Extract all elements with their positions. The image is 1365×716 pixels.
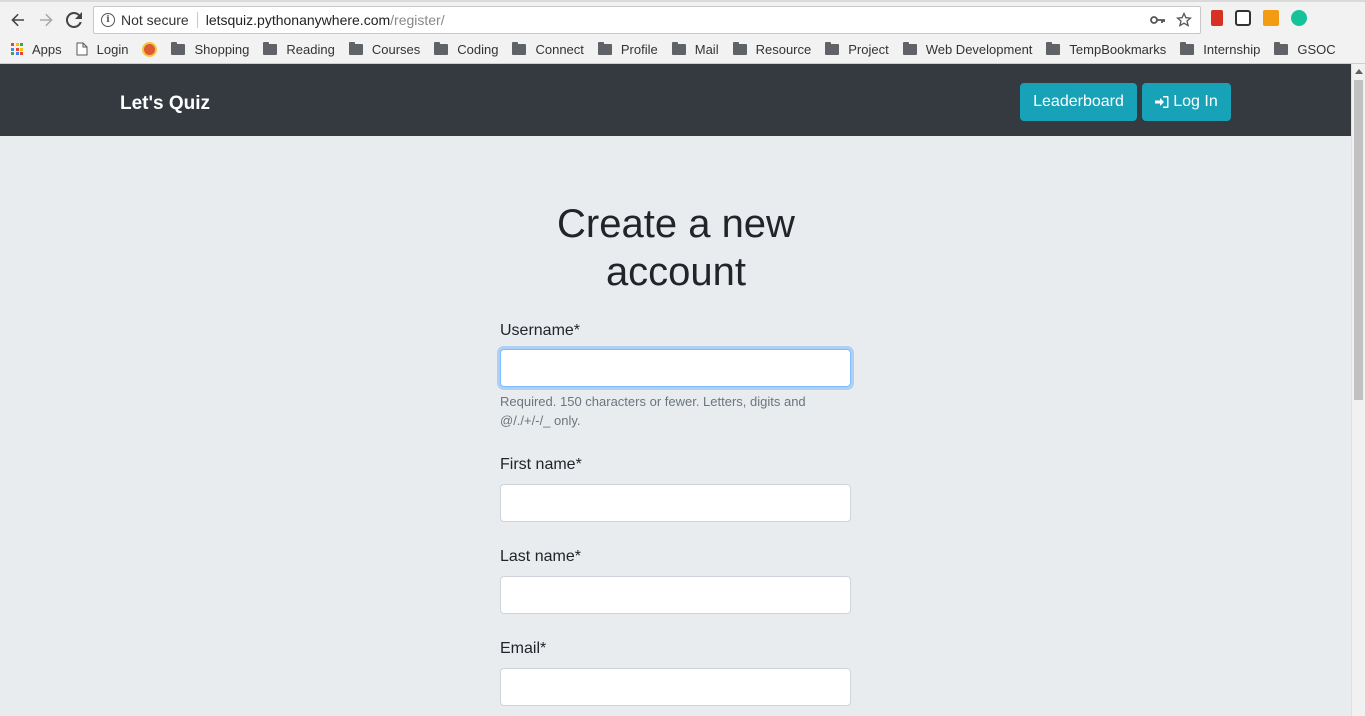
bookmark-label: Internship xyxy=(1203,41,1261,57)
bookmark-label: Login xyxy=(96,41,129,57)
bookmark-label: Profile xyxy=(620,41,658,57)
bookmark-label: GSOC xyxy=(1297,41,1336,57)
sign-in-icon xyxy=(1155,96,1169,108)
folder-icon xyxy=(263,41,278,55)
bookmark-login[interactable]: Login xyxy=(76,41,129,57)
page-title: Create a new account xyxy=(557,202,795,294)
extensions-bar xyxy=(1211,10,1307,26)
bookmark-label: Reading xyxy=(286,41,335,57)
folder-icon xyxy=(512,41,527,55)
first-name-label: First name* xyxy=(500,456,582,473)
key-icon[interactable] xyxy=(1150,13,1166,27)
reload-button[interactable] xyxy=(62,8,86,32)
site-brand[interactable]: Let's Quiz xyxy=(120,93,210,115)
last-name-label: Last name* xyxy=(500,548,581,565)
bookmark-folder-tempbookmarks[interactable]: TempBookmarks xyxy=(1046,41,1167,57)
page-icon xyxy=(76,42,88,56)
bookmark-label: TempBookmarks xyxy=(1069,41,1167,57)
bookmark-folder-gsoc[interactable]: GSOC xyxy=(1274,41,1336,57)
bookmark-label: Resource xyxy=(755,41,812,57)
tab-strip xyxy=(0,0,1365,2)
arrow-left-icon xyxy=(11,13,24,27)
duckduckgo-icon xyxy=(142,41,158,57)
bookmark-extension-icon[interactable] xyxy=(1211,10,1223,26)
last-name-field[interactable] xyxy=(500,576,851,614)
bookmark-label: Shopping xyxy=(194,41,250,57)
username-label: Username* xyxy=(500,322,581,339)
bookmark-folder-web-development[interactable]: Web Development xyxy=(902,41,1033,57)
bookmark-folder-reading[interactable]: Reading xyxy=(263,41,335,57)
back-button[interactable] xyxy=(6,8,30,32)
folder-icon xyxy=(171,41,186,55)
bookmark-folder-project[interactable]: Project xyxy=(825,41,889,57)
bookmark-apps[interactable]: Apps xyxy=(11,42,62,57)
bookmark-label: Connect xyxy=(535,41,584,57)
bookmark-label: Courses xyxy=(371,41,421,57)
bookmark-label: Mail xyxy=(694,41,719,57)
bookmark-folder-coding[interactable]: Coding xyxy=(434,41,499,57)
bookmarks-bar: Apps Login Shopping Reading Courses Codi… xyxy=(0,38,1350,60)
bookmark-label: Apps xyxy=(32,41,62,57)
browser-chrome: i Not secure letsquiz.pythonanywhere.com… xyxy=(0,0,1365,64)
folder-icon xyxy=(671,41,686,55)
bookmark-label: Project xyxy=(848,41,889,57)
folder-icon xyxy=(597,41,612,55)
bookmark-folder-internship[interactable]: Internship xyxy=(1180,41,1261,57)
pocket-icon[interactable] xyxy=(1235,10,1251,26)
url-path: /register/ xyxy=(390,12,445,28)
omnibox-divider xyxy=(196,12,198,28)
bookmark-folder-connect[interactable]: Connect xyxy=(512,41,584,57)
folder-icon xyxy=(434,41,449,55)
bookmark-folder-resource[interactable]: Resource xyxy=(732,41,812,57)
page-scrollbar[interactable] xyxy=(1351,64,1365,716)
reload-icon xyxy=(66,12,82,28)
first-name-field[interactable] xyxy=(500,484,851,522)
scroll-up-icon[interactable] xyxy=(1355,69,1363,74)
login-button[interactable]: Log In xyxy=(1142,83,1231,121)
omnibox-actions xyxy=(1150,12,1192,28)
email-field[interactable] xyxy=(500,668,851,706)
folder-icon xyxy=(825,41,840,55)
bookmark-label: Web Development xyxy=(925,41,1033,57)
email-label: Email* xyxy=(500,640,547,657)
bookmark-folder-mail[interactable]: Mail xyxy=(671,41,719,57)
rss-icon[interactable] xyxy=(1263,10,1279,26)
folder-icon xyxy=(1180,41,1195,55)
folder-icon xyxy=(902,41,917,55)
security-status[interactable]: Not secure xyxy=(121,12,189,28)
folder-icon xyxy=(1046,41,1061,55)
bookmark-duckduckgo[interactable] xyxy=(142,41,158,57)
address-bar[interactable]: i Not secure letsquiz.pythonanywhere.com… xyxy=(93,6,1201,34)
site-navbar: Let's Quiz Leaderboard Log In xyxy=(0,64,1351,136)
info-icon[interactable]: i xyxy=(101,13,115,27)
username-field[interactable] xyxy=(500,349,851,387)
apps-icon xyxy=(11,43,23,55)
url-host: letsquiz.pythonanywhere.com xyxy=(205,12,391,28)
bookmark-folder-shopping[interactable]: Shopping xyxy=(171,41,250,57)
leaderboard-label: Leaderboard xyxy=(1033,93,1124,110)
folder-icon xyxy=(1274,41,1289,55)
star-icon[interactable] xyxy=(1176,12,1192,28)
grammarly-icon[interactable] xyxy=(1291,10,1307,26)
forward-button[interactable] xyxy=(34,8,58,32)
folder-icon xyxy=(732,41,747,55)
username-help-text: Required. 150 characters or fewer. Lette… xyxy=(500,394,806,428)
scrollbar-thumb[interactable] xyxy=(1354,80,1363,400)
login-label: Log In xyxy=(1173,93,1218,110)
bookmark-label: Coding xyxy=(457,41,499,57)
bookmark-folder-courses[interactable]: Courses xyxy=(348,41,421,57)
arrow-right-icon xyxy=(40,13,53,27)
leaderboard-button[interactable]: Leaderboard xyxy=(1020,83,1137,121)
folder-icon xyxy=(348,41,363,55)
bookmark-folder-profile[interactable]: Profile xyxy=(597,41,658,57)
